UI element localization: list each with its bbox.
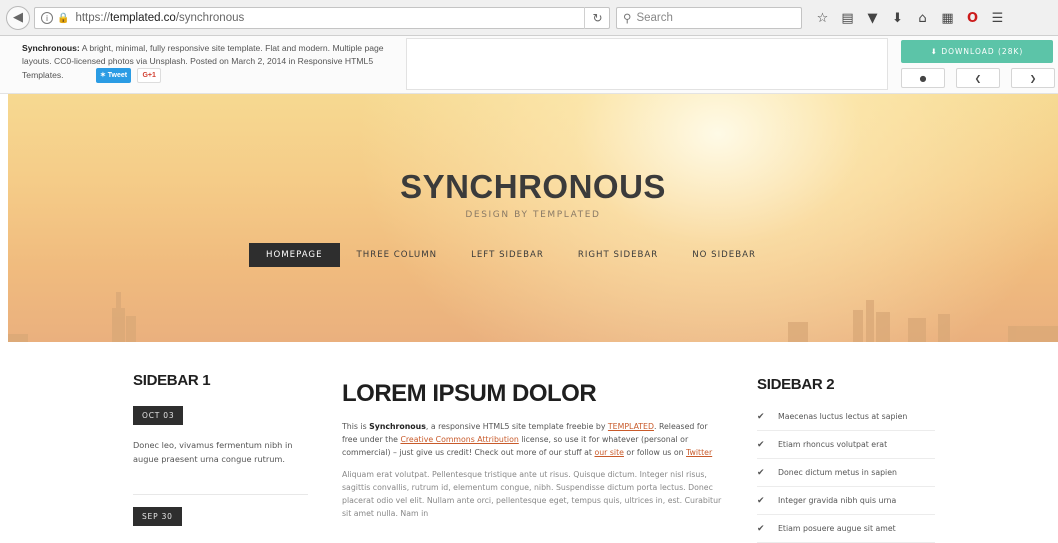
date-badge: SEP 30 bbox=[133, 507, 182, 526]
check-icon: ✔ bbox=[757, 411, 765, 422]
template-name: Synchronous: bbox=[22, 43, 80, 53]
sidebar-2-list: ✔ Maecenas luctus lectus at sapien ✔ Etiam… bbox=[757, 403, 935, 543]
article-intro: This is Synchronous, a responsive HTML5 … bbox=[342, 422, 713, 457]
star-icon[interactable]: ☆ bbox=[810, 8, 835, 28]
content-area: SIDEBAR 1 OCT 03 Donec leo, vivamus ferm… bbox=[0, 342, 1058, 543]
divider bbox=[133, 494, 308, 495]
prev-button[interactable]: ❮ bbox=[956, 68, 1000, 88]
info-icon[interactable]: i bbox=[41, 12, 53, 24]
back-arrow-icon[interactable]: ◀ bbox=[6, 5, 30, 30]
url-bar[interactable]: i 🔒 https://templated.co/synchronous bbox=[34, 7, 610, 29]
reload-icon[interactable]: ↻ bbox=[584, 7, 610, 29]
cc-license-link[interactable]: Creative Commons Attribution bbox=[400, 435, 518, 444]
hero-banner: SYNCHRONOUS DESIGN BY TEMPLATED HOMEPAGE… bbox=[8, 94, 1058, 342]
article-heading: LOREM IPSUM DOLOR bbox=[342, 380, 597, 407]
site-subtitle: DESIGN BY TEMPLATED bbox=[465, 210, 601, 220]
nav-item-homepage[interactable]: HOMEPAGE bbox=[249, 243, 340, 267]
list-item[interactable]: ✔ Integer gravida nibh quis urna bbox=[757, 487, 935, 515]
sidebar-menu-icon[interactable]: ▦ bbox=[935, 8, 960, 28]
templated-link[interactable]: TEMPLATED bbox=[608, 422, 654, 431]
download-button[interactable]: ⬇ DOWNLOAD (28K) bbox=[901, 40, 1053, 63]
check-icon: ✔ bbox=[757, 495, 765, 506]
nav-item-no-sidebar[interactable]: NO SIDEBAR bbox=[675, 243, 773, 267]
search-placeholder: Search bbox=[636, 12, 673, 24]
home-icon: ● bbox=[919, 73, 927, 83]
nav-item-left-sidebar[interactable]: LEFT SIDEBAR bbox=[454, 243, 561, 267]
url-text[interactable]: https://templated.co/synchronous bbox=[75, 12, 244, 24]
list-item[interactable]: ✔ Etiam rhoncus volutpat erat bbox=[757, 431, 935, 459]
nav-item-right-sidebar[interactable]: RIGHT SIDEBAR bbox=[561, 243, 675, 267]
list-item[interactable]: ✔ Maecenas luctus lectus at sapien bbox=[757, 403, 935, 431]
main-article: LOREM IPSUM DOLOR This is Synchronous, a… bbox=[342, 380, 722, 516]
hamburger-icon[interactable]: ☰ bbox=[985, 8, 1010, 28]
clipboard-icon[interactable]: ▤ bbox=[835, 8, 860, 28]
templated-info-bar: Synchronous: A bright, minimal, fully re… bbox=[0, 36, 1058, 94]
article-paragraph: Aliquam erat volutpat. Pellentesque tris… bbox=[342, 470, 722, 516]
city-skyline bbox=[8, 292, 1058, 342]
template-description: Synchronous: A bright, minimal, fully re… bbox=[22, 42, 407, 83]
sidebar-2: SIDEBAR 2 ✔ Maecenas luctus lectus at sap… bbox=[757, 376, 935, 543]
check-icon: ✔ bbox=[757, 467, 765, 478]
download-icon: ⬇ bbox=[930, 47, 942, 56]
sidebar-2-heading: SIDEBAR 2 bbox=[757, 376, 835, 393]
lock-icon[interactable]: 🔒 bbox=[57, 13, 69, 24]
toolbar-icons: ☆ ▤ ▼ ⬇ ⌂ ▦ O ☰ bbox=[810, 8, 1010, 28]
date-badge: OCT 03 bbox=[133, 406, 184, 425]
sidebar-1-heading: SIDEBAR 1 bbox=[133, 372, 211, 389]
twitter-link[interactable]: Twitter bbox=[686, 448, 712, 457]
ad-box bbox=[406, 38, 888, 90]
opera-icon[interactable]: O bbox=[960, 8, 985, 28]
tweet-button[interactable]: ✶ Tweet bbox=[95, 68, 132, 83]
home-icon[interactable]: ⌂ bbox=[910, 8, 935, 28]
browser-toolbar: ◀ i 🔒 https://templated.co/synchronous ↻… bbox=[0, 0, 1058, 36]
our-site-link[interactable]: our site bbox=[594, 448, 623, 457]
check-icon: ✔ bbox=[757, 439, 765, 450]
home-nav-button[interactable]: ● bbox=[901, 68, 945, 88]
nav-item-three-column[interactable]: THREE COLUMN bbox=[340, 243, 455, 267]
list-item[interactable]: ✔ Etiam posuere augue sit amet bbox=[757, 515, 935, 543]
post-excerpt[interactable]: Donec leo, vivamus fermentum nibh in aug… bbox=[133, 439, 308, 466]
gplus-button[interactable]: G+1 bbox=[137, 68, 161, 83]
pocket-icon[interactable]: ▼ bbox=[860, 8, 885, 28]
site-title: SYNCHRONOUS bbox=[400, 168, 666, 205]
search-icon: ⚲ bbox=[623, 13, 632, 25]
download-arrow-icon[interactable]: ⬇ bbox=[885, 8, 910, 28]
check-icon: ✔ bbox=[757, 523, 765, 534]
chevron-right-icon: ❯ bbox=[1029, 73, 1037, 83]
chevron-left-icon: ❮ bbox=[974, 73, 982, 83]
search-bar[interactable]: ⚲ Search bbox=[616, 7, 802, 29]
sidebar-1: SIDEBAR 1 OCT 03 Donec leo, vivamus ferm… bbox=[133, 372, 308, 526]
main-nav: HOMEPAGE THREE COLUMN LEFT SIDEBAR RIGHT… bbox=[249, 243, 773, 267]
list-item[interactable]: ✔ Donec dictum metus in sapien bbox=[757, 459, 935, 487]
next-button[interactable]: ❯ bbox=[1011, 68, 1055, 88]
